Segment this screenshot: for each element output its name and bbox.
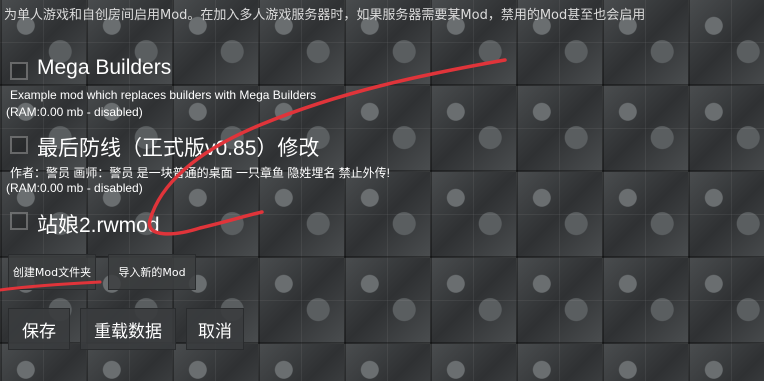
mod-enable-checkbox[interactable]	[10, 136, 28, 154]
create-mod-folder-button[interactable]: 创建Mod文件夹	[8, 254, 96, 290]
mod-title: Mega Builders	[37, 56, 172, 79]
mod-title: 最后防线（正式版v0.85）修改	[37, 137, 320, 160]
mod-list-item[interactable]: 最后防线（正式版v0.85）修改 作者：警员 画师：警员 是一块普通的桌面 一只…	[0, 128, 764, 200]
mod-list-item[interactable]: Mega Builders Example mod which replaces…	[0, 52, 764, 124]
mods-notice-text: 为单人游戏和自创房间启用Mod。在加入多人游戏服务器时，如果服务器需要某Mod，…	[4, 8, 646, 23]
mod-enable-checkbox[interactable]	[10, 62, 28, 80]
import-mod-button[interactable]: 导入新的Mod	[108, 254, 196, 290]
mod-ram-status: (RAM:0.00 mb - disabled)	[6, 181, 143, 195]
mod-list-item[interactable]: 站娘2.rwmod	[0, 204, 764, 244]
mod-title: 站娘2.rwmod	[37, 214, 160, 237]
mod-description: 作者：警员 画师：警员 是一块普通的桌面 一只章鱼 隐姓埋名 禁止外传!	[10, 166, 391, 180]
mod-description: Example mod which replaces builders with…	[10, 88, 317, 102]
mod-enable-checkbox[interactable]	[10, 212, 28, 230]
cancel-button[interactable]: 取消	[186, 308, 244, 350]
reload-data-button[interactable]: 重载数据	[80, 308, 176, 350]
save-button[interactable]: 保存	[8, 308, 70, 350]
mod-ram-status: (RAM:0.00 mb - disabled)	[6, 105, 143, 119]
